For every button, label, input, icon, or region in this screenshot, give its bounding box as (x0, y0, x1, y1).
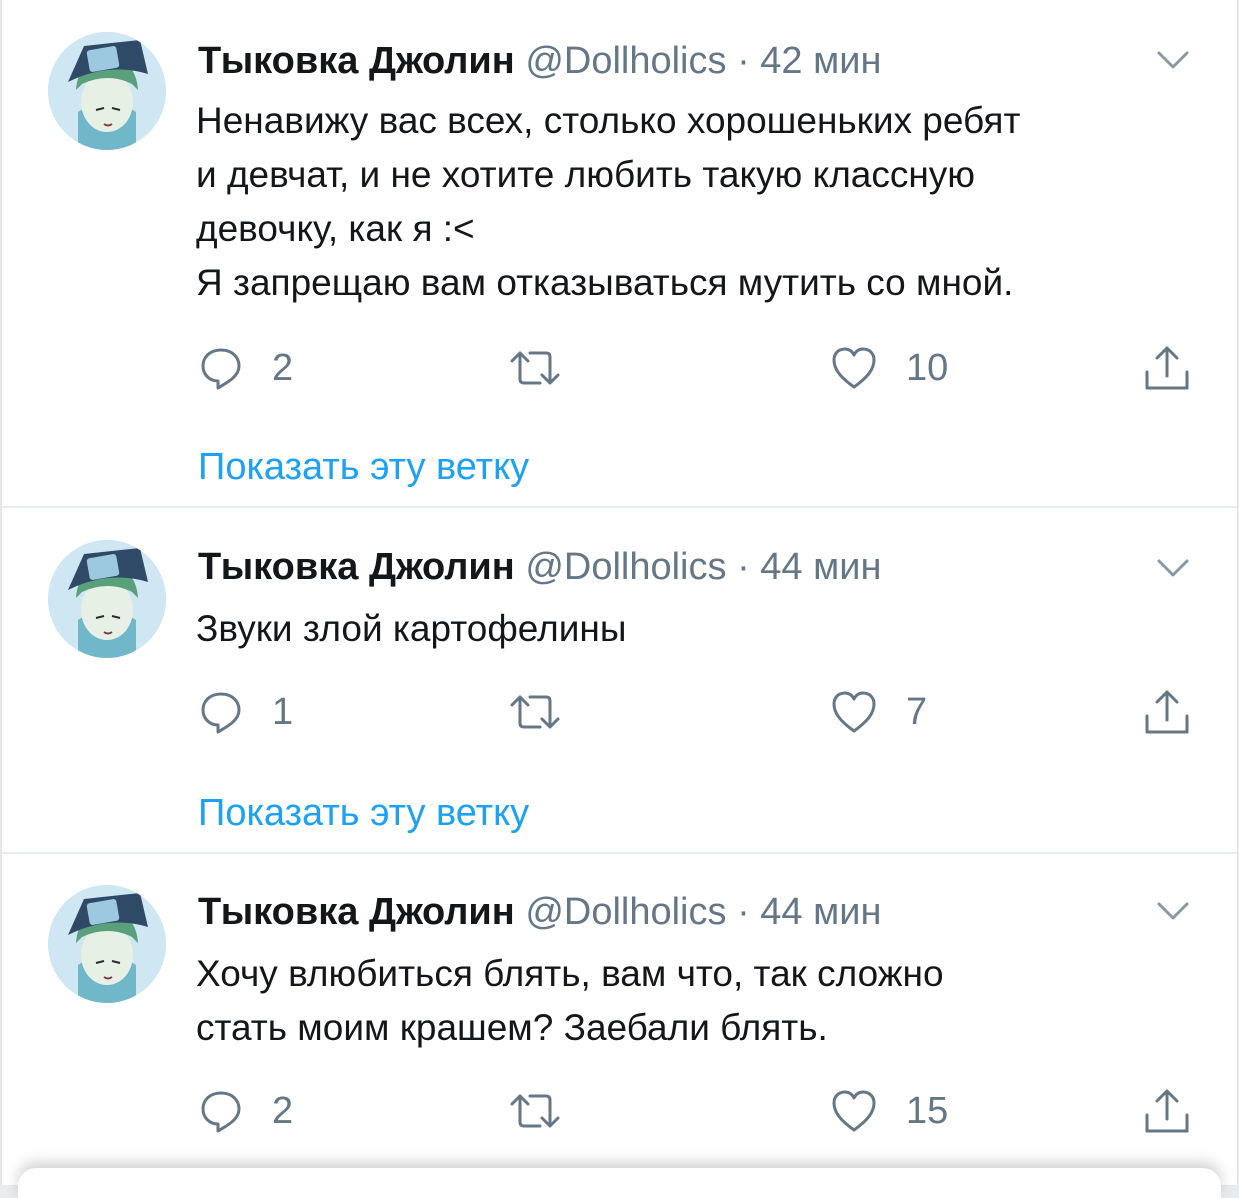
retweet-icon (510, 351, 560, 385)
tweet-text: Хочу влюбиться блять, вам что, так сложн… (196, 947, 1206, 1055)
chevron-down-icon[interactable] (1153, 548, 1193, 588)
reply-count: 1 (272, 690, 294, 733)
like-button[interactable]: 15 (830, 1087, 948, 1135)
avatar[interactable] (48, 885, 166, 1003)
author-name[interactable]: Тыковка Джолин (198, 891, 515, 933)
reply-icon (201, 348, 241, 390)
avatar-image (48, 32, 166, 150)
tweet-text-line: девочку, как я :< (196, 208, 475, 249)
tweet-timeline: Тыковка Джолин @Dollholics · 42 мин Нена… (0, 0, 1239, 1198)
timestamp[interactable]: 44 мин (760, 891, 881, 933)
share-button[interactable] (1142, 344, 1192, 392)
like-button[interactable]: 10 (830, 344, 948, 392)
heart-icon (832, 347, 876, 389)
share-icon (1145, 346, 1189, 390)
share-button[interactable] (1142, 688, 1192, 736)
heart-icon (832, 1090, 876, 1132)
share-icon (1145, 1089, 1189, 1133)
like-count: 15 (906, 1089, 949, 1132)
avatar[interactable] (48, 32, 166, 150)
tweet-text: Звуки злой картофелины (196, 602, 1206, 656)
tweet-header: Тыковка Джолин @Dollholics · 44 мин (198, 887, 1201, 937)
separator-dot: · (737, 891, 750, 933)
chevron-down-icon[interactable] (1153, 40, 1193, 80)
tweet-text-line: Хочу влюбиться блять, вам что, так сложн… (196, 953, 944, 994)
tweet[interactable]: Тыковка Джолин @Dollholics · 44 мин Хочу… (2, 855, 1239, 1185)
tweet-text-line: Ненавижу вас всех, столько хорошеньких р… (196, 100, 1021, 141)
like-count: 7 (906, 690, 928, 733)
separator-dot: · (737, 546, 750, 588)
divider (2, 852, 1239, 854)
retweet-button[interactable] (508, 688, 590, 736)
reply-count: 2 (272, 346, 294, 389)
avatar[interactable] (48, 540, 166, 658)
reply-button[interactable]: 2 (198, 1087, 293, 1135)
retweet-icon (510, 1094, 560, 1128)
show-thread-link[interactable]: Показать эту ветку (198, 442, 529, 492)
tweet-header: Тыковка Джолин @Dollholics · 44 мин (198, 542, 1201, 592)
author-name[interactable]: Тыковка Джолин (198, 40, 515, 82)
author-handle[interactable]: @Dollholics (525, 546, 726, 588)
reply-icon (201, 1091, 241, 1133)
reply-icon (201, 692, 241, 734)
separator-dot: · (737, 40, 750, 82)
tweet-text-line: Я запрещаю вам отказываться мутить со мн… (196, 262, 1014, 303)
like-count: 10 (906, 346, 949, 389)
author-name[interactable]: Тыковка Джолин (198, 546, 515, 588)
like-button[interactable]: 7 (830, 688, 927, 736)
avatar-image (48, 885, 166, 1003)
retweet-button[interactable] (508, 344, 590, 392)
heart-icon (832, 691, 876, 733)
retweet-icon (510, 695, 560, 729)
author-handle[interactable]: @Dollholics (525, 891, 726, 933)
show-thread-link[interactable]: Показать эту ветку (198, 788, 529, 838)
timestamp[interactable]: 44 мин (760, 546, 881, 588)
share-button[interactable] (1142, 1087, 1192, 1135)
tweet-actions: 1 7 (198, 688, 1198, 736)
avatar-image (48, 540, 166, 658)
tweet[interactable]: Тыковка Джолин @Dollholics · 42 мин Нена… (2, 0, 1239, 506)
retweet-button[interactable] (508, 1087, 590, 1135)
timestamp[interactable]: 42 мин (760, 40, 881, 82)
tweet-actions: 2 10 (198, 344, 1198, 392)
tweet[interactable]: Тыковка Джолин @Dollholics · 44 мин Звук… (2, 508, 1239, 854)
tweet-actions: 2 15 (198, 1087, 1198, 1135)
tweet-header: Тыковка Джолин @Dollholics · 42 мин (198, 36, 1201, 86)
reply-button[interactable]: 2 (198, 344, 293, 392)
share-icon (1145, 690, 1189, 734)
tweet-text-line: стать моим крашем? Заебали блять. (196, 1007, 828, 1048)
tweet-text-line: и девчат, и не хотите любить такую класс… (196, 154, 976, 195)
tweet-text-line: Звуки злой картофелины (196, 608, 627, 649)
tweet-text: Ненавижу вас всех, столько хорошеньких р… (196, 94, 1206, 310)
chevron-down-icon[interactable] (1153, 891, 1193, 931)
author-handle[interactable]: @Dollholics (525, 40, 726, 82)
reply-button[interactable]: 1 (198, 688, 293, 736)
bottom-sheet-edge (18, 1168, 1221, 1198)
reply-count: 2 (272, 1089, 294, 1132)
